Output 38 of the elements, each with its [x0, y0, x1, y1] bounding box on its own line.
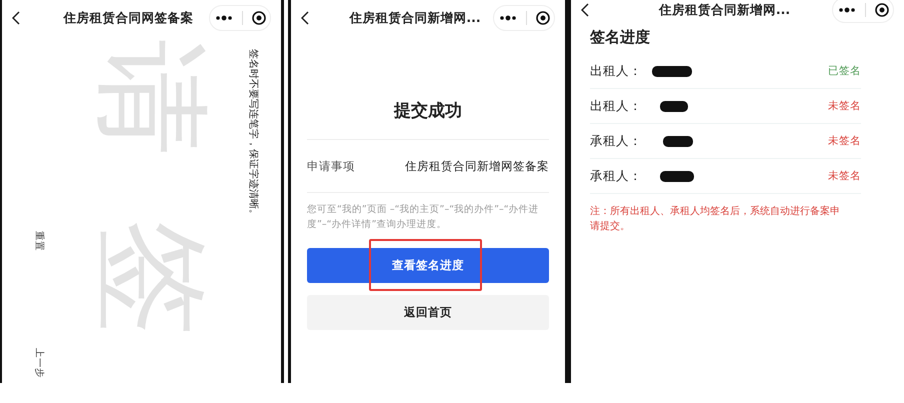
home-button[interactable]: 返回首页 [307, 295, 549, 330]
sign-status: 未签名 [828, 99, 861, 113]
redaction-mark [660, 100, 688, 112]
page-title: 住房租赁合同新增网... [658, 2, 792, 18]
page-title: 住房租赁合同网签备案 [62, 10, 194, 26]
page-title: 住房租赁合同新增网... [348, 10, 482, 26]
capsule-menu[interactable] [832, 0, 894, 23]
redaction-mark [652, 66, 692, 76]
target-icon[interactable] [536, 11, 550, 25]
sign-status: 未签名 [828, 169, 861, 183]
signer-role: 出租人： [590, 62, 643, 80]
more-icon[interactable] [498, 15, 516, 21]
back-icon[interactable] [581, 3, 589, 17]
previous-button[interactable]: 上一步 [32, 348, 46, 378]
note-text: 您可至“我的”页面 –“我的主页”–“我的办件”–“办件进度”–“办件详情”查询办理进度。 [307, 203, 540, 232]
back-icon[interactable] [301, 11, 309, 25]
signer-role: 承租人： [590, 132, 643, 150]
field-value: 住房租赁合同新增网签备案 [405, 158, 549, 174]
hint-text: 签名时不要写连笔字，保证字迹清晰。 [246, 48, 260, 218]
back-icon[interactable] [12, 11, 20, 25]
field-label: 申请事项 [307, 158, 355, 174]
progress-button[interactable]: 查看签名进度 [307, 248, 549, 283]
capsule-menu[interactable] [209, 5, 271, 31]
target-icon[interactable] [252, 11, 266, 25]
success-heading: 提交成功 [392, 100, 463, 123]
sign-status: 未签名 [828, 134, 861, 148]
signer-role: 出租人： [590, 98, 643, 114]
capsule-menu[interactable] [493, 5, 555, 31]
redaction-mark [663, 136, 693, 146]
progress-heading: 签名进度 [590, 28, 651, 48]
more-icon[interactable] [214, 15, 232, 21]
redaction-mark [660, 170, 694, 182]
reset-button[interactable]: 重置 [32, 231, 46, 251]
more-icon[interactable] [838, 7, 856, 13]
target-icon[interactable] [874, 3, 888, 17]
sign-status: 已签名 [828, 64, 861, 78]
signer-role: 承租人： [590, 168, 643, 184]
note-text: 注：所有出租人、承租人均签名后，系统自动进行备案申请提交。 [590, 204, 841, 234]
